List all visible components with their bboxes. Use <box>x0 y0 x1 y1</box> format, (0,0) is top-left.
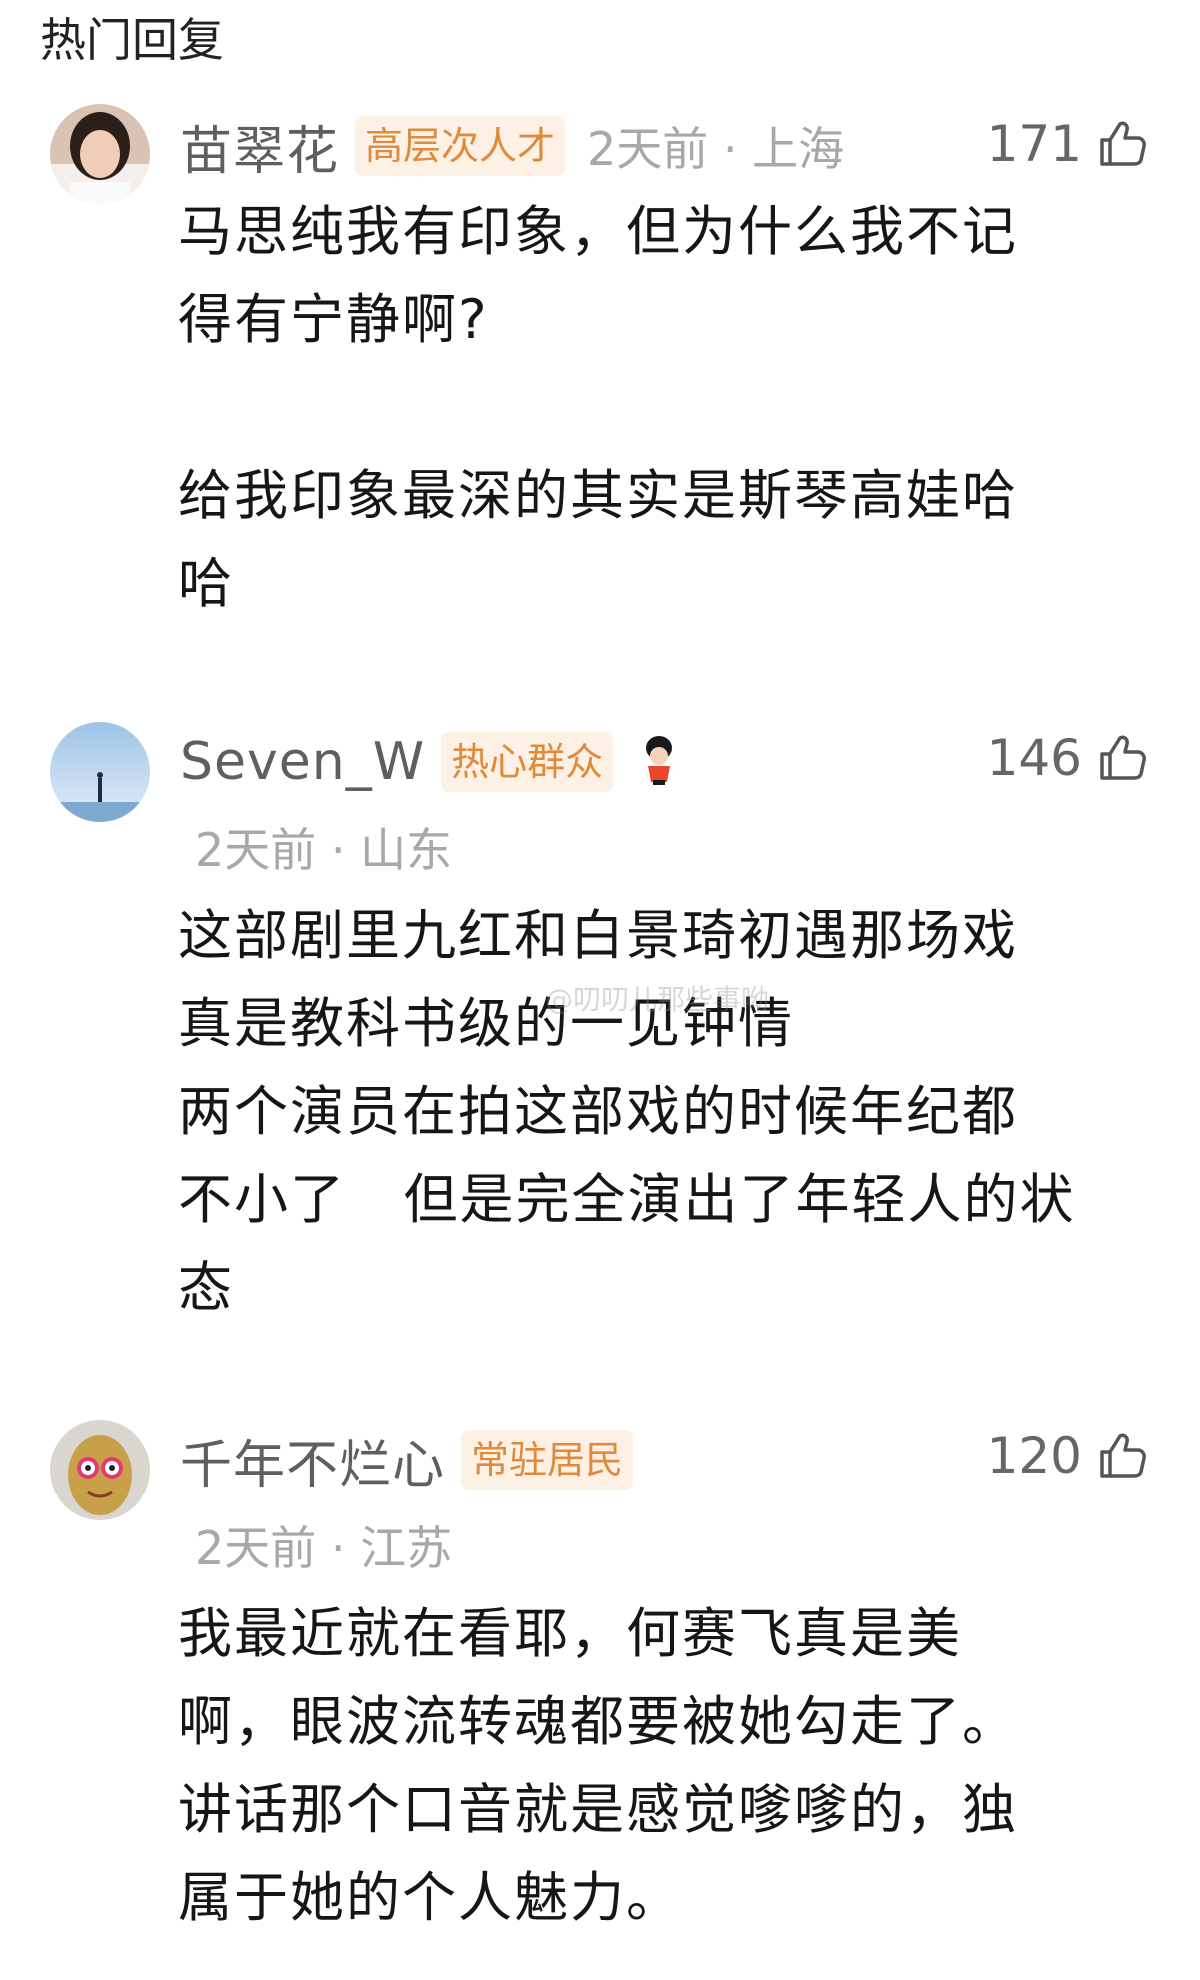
avatar[interactable] <box>50 1420 150 1520</box>
mascot-icon <box>639 734 679 790</box>
comment-text: 这部剧里九红和白景琦初遇那场戏 真是教科书级的一见钟情 两个演员在拍这部戏的时候… <box>178 904 1076 1319</box>
like-button[interactable]: 171 <box>987 108 1148 180</box>
comment-text: 我最近就在看耶，何赛飞真是美 啊，眼波流转魂都要被她勾走了。 讲话那个口音就是感… <box>178 1602 1018 1929</box>
like-button[interactable]: 120 <box>987 1420 1148 1492</box>
time-location: 2天前 · 山东 <box>195 823 453 877</box>
like-count: 171 <box>986 115 1082 173</box>
avatar[interactable] <box>50 722 150 822</box>
like-count: 146 <box>986 729 1082 787</box>
username[interactable]: 苗翠花 <box>180 109 339 184</box>
user-badge: 常驻居民 <box>461 1430 634 1490</box>
like-count: 120 <box>986 1427 1082 1485</box>
user-badge: 热心群众 <box>441 732 614 792</box>
watermark: @叨叨儿那些事呦 <box>545 983 770 1016</box>
avatar[interactable] <box>50 104 150 204</box>
time-location: 2天前 · 上海 <box>587 122 845 176</box>
section-title: 热门回复 <box>40 13 224 67</box>
username[interactable]: Seven_W <box>180 732 425 792</box>
comment-text: 马思纯我有印象，但为什么我不记 得有宁静啊? 给我印象最深的其实是斯琴高娃哈 哈 <box>178 200 1018 615</box>
time-location: 2天前 · 江苏 <box>195 1521 453 1575</box>
like-button[interactable]: 146 <box>987 722 1148 794</box>
thumbs-up-icon[interactable] <box>1096 118 1148 170</box>
thumbs-up-icon[interactable] <box>1096 1430 1148 1482</box>
username[interactable]: 千年不烂心 <box>180 1423 445 1498</box>
thumbs-up-icon[interactable] <box>1096 732 1148 784</box>
user-badge: 高层次人才 <box>355 116 566 176</box>
